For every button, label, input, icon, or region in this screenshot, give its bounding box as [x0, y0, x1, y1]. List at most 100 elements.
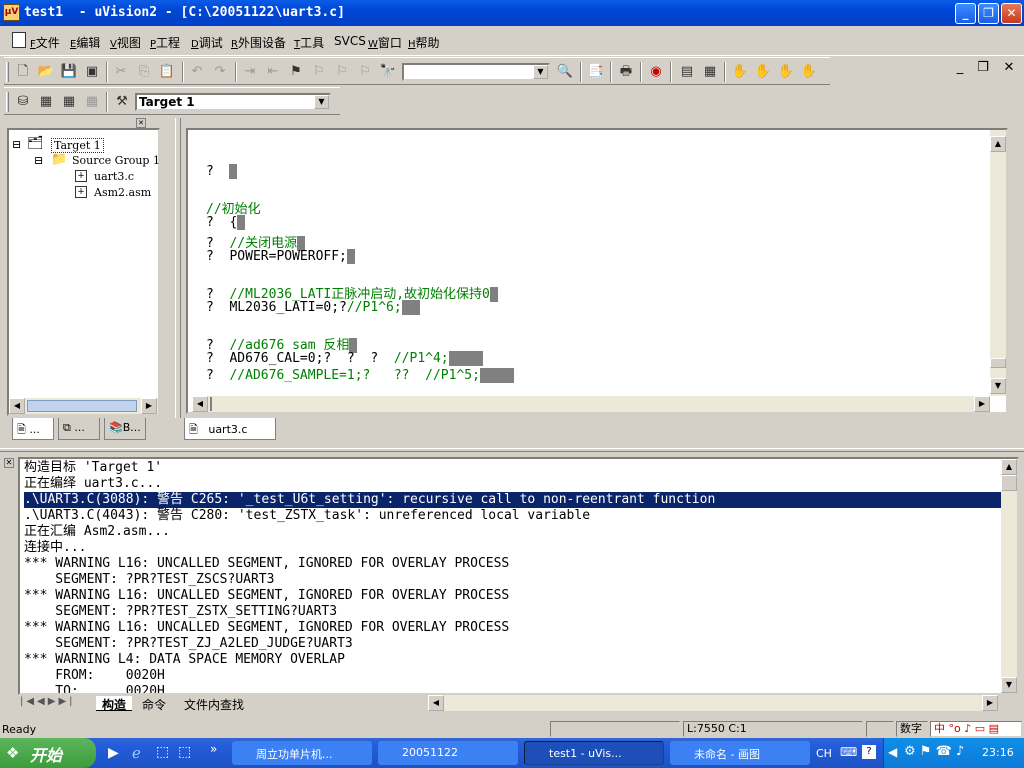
start-button[interactable]: ❖ 开始: [0, 738, 96, 768]
editor-hscroll[interactable]: ◀ ▶: [192, 396, 990, 412]
tree-target[interactable]: Target 1: [51, 138, 104, 153]
keyboard-icon[interactable]: ⌨: [840, 745, 857, 759]
output-line[interactable]: TO: 0020H: [24, 684, 165, 693]
close-button[interactable]: ✕: [1001, 3, 1022, 24]
mdi-restore-button[interactable]: ❐: [973, 59, 993, 77]
insert-comment-icon[interactable]: 📑: [587, 63, 605, 81]
menu-item[interactable]: R外围设备: [231, 34, 286, 51]
scroll-up-icon[interactable]: ▲: [1001, 459, 1017, 475]
scroll-right-icon[interactable]: ▶: [974, 396, 990, 412]
menu-item[interactable]: E编辑: [70, 34, 100, 51]
undo-icon[interactable]: ↶: [188, 63, 206, 81]
scroll-right-icon[interactable]: ▶: [982, 695, 998, 711]
quicklaunch-more-icon[interactable]: »: [210, 742, 217, 756]
scroll-down-icon[interactable]: ▼: [990, 378, 1006, 394]
output-line[interactable]: .\UART3.C(4043): 警告 C280: 'test_ZSTX_tas…: [24, 508, 590, 524]
scroll-left-icon[interactable]: ◀: [192, 396, 208, 412]
scroll-up-icon[interactable]: ▲: [990, 136, 1006, 152]
tray-app-icons[interactable]: ⚙ ⚑ ☎ ♪: [904, 744, 964, 759]
output-line[interactable]: SEGMENT: ?PR?TEST_ZSCS?UART3: [24, 572, 274, 588]
scroll-thumb[interactable]: [210, 397, 212, 411]
output-close-icon[interactable]: ✕: [4, 458, 14, 468]
tab-find-in-files[interactable]: 文件内查找: [178, 696, 250, 712]
bookmark-clear-icon[interactable]: ⚐: [356, 63, 374, 81]
output-line[interactable]: *** WARNING L16: UNCALLED SEGMENT, IGNOR…: [24, 556, 509, 572]
scroll-thumb[interactable]: [990, 358, 1006, 368]
breakpoint-kill-icon[interactable]: ✋: [800, 63, 818, 81]
tray-expand-icon[interactable]: ◀: [888, 745, 897, 759]
quicklaunch-icon-2[interactable]: ⬚: [178, 744, 191, 760]
translate-icon[interactable]: ⛁: [14, 93, 32, 111]
output-line[interactable]: 构造目标 'Target 1': [24, 460, 162, 476]
tree-expander-icon[interactable]: ⊟: [12, 138, 21, 151]
find-binoculars-icon[interactable]: 🔍: [556, 63, 574, 81]
tab-build[interactable]: 构造: [96, 696, 133, 712]
output-line[interactable]: *** WARNING L16: UNCALLED SEGMENT, IGNOR…: [24, 620, 509, 636]
task-paint[interactable]: 未命名 - 画图: [670, 741, 810, 765]
tree-file-asm2[interactable]: Asm2.asm: [94, 186, 151, 199]
title-bar[interactable]: μV test1 - uVision2 - [C:\20051122\uart3…: [0, 0, 1024, 26]
redo-icon[interactable]: ↷: [211, 63, 229, 81]
scroll-right-icon[interactable]: ▶: [141, 398, 157, 414]
copy-icon[interactable]: ⎘: [135, 63, 153, 81]
editor-vscroll[interactable]: ▲ ▼: [990, 130, 1006, 396]
output-line[interactable]: SEGMENT: ?PR?TEST_ZJ_A2LED_JUDGE?UART3: [24, 636, 352, 652]
scroll-thumb[interactable]: [27, 400, 137, 412]
ime-bar[interactable]: 中 °o ♪ ▭ ▤: [930, 721, 1022, 737]
task-uvision[interactable]: test1 - uVis...: [524, 741, 664, 765]
tab-regs[interactable]: ⧉ ...: [58, 418, 100, 440]
tab-uart3[interactable]: 🗎 uart3.c: [184, 418, 276, 440]
output-line[interactable]: *** WARNING L16: UNCALLED SEGMENT, IGNOR…: [24, 588, 509, 604]
tab-books[interactable]: 📚B...: [104, 418, 146, 440]
bookmark-prev-icon[interactable]: ⚐: [333, 63, 351, 81]
new-file-icon[interactable]: 🗋: [14, 63, 32, 81]
output-line[interactable]: SEGMENT: ?PR?TEST_ZSTX_SETTING?UART3: [24, 604, 337, 620]
mdi-close-button[interactable]: ✕: [999, 59, 1019, 77]
menu-item[interactable]: D调试: [191, 34, 223, 51]
scroll-thumb[interactable]: [1001, 475, 1017, 491]
output-line[interactable]: .\UART3.C(3088): 警告 C265: '_test_U6t_set…: [24, 492, 1001, 508]
chevron-down-icon[interactable]: ▼: [314, 95, 329, 109]
find-combo[interactable]: ▼: [402, 63, 550, 81]
media-player-icon[interactable]: ▶: [108, 745, 119, 761]
target-select[interactable]: Target 1 ▼: [135, 93, 331, 111]
target-options-icon[interactable]: ⚒: [113, 93, 131, 111]
save-all-icon[interactable]: ▣: [83, 63, 101, 81]
task-folder-20051122[interactable]: 20051122: [378, 741, 518, 765]
debug-session-icon[interactable]: ◉: [647, 63, 665, 81]
scroll-left-icon[interactable]: ◀: [428, 695, 444, 711]
find-in-files-icon[interactable]: 🔭: [379, 63, 397, 81]
cascade-icon[interactable]: ▦: [701, 63, 719, 81]
breakpoint-icon[interactable]: ✋: [754, 63, 772, 81]
output-splitter[interactable]: [0, 448, 1024, 452]
output-line[interactable]: 正在编绎 uart3.c...: [24, 476, 162, 492]
ie-icon[interactable]: ℯ: [132, 744, 141, 762]
scroll-down-icon[interactable]: ▼: [1001, 677, 1017, 693]
tab-nav-arrows-icon[interactable]: |◀◀▶▶|: [20, 696, 76, 707]
uvision-app-icon[interactable]: μV: [3, 4, 20, 21]
menu-item[interactable]: V视图: [110, 34, 141, 51]
print-icon[interactable]: 🖶: [617, 63, 635, 81]
pane-close-icon[interactable]: ✕: [136, 118, 146, 128]
menu-item[interactable]: F文件: [30, 34, 60, 51]
maximize-button[interactable]: ❐: [978, 3, 999, 24]
language-indicator[interactable]: CH: [816, 747, 832, 760]
menu-item[interactable]: W窗口: [368, 34, 402, 51]
output-vscroll[interactable]: ▲ ▼: [1001, 459, 1017, 693]
build-icon[interactable]: ▦: [37, 93, 55, 111]
output-line[interactable]: *** WARNING L4: DATA SPACE MEMORY OVERLA…: [24, 652, 345, 668]
stop-build-icon[interactable]: ▦: [83, 93, 101, 111]
cut-icon[interactable]: ✂: [112, 63, 130, 81]
project-hscroll[interactable]: ◀ ▶: [9, 398, 158, 414]
quicklaunch-icon[interactable]: ⬚: [156, 744, 169, 760]
paste-icon[interactable]: 📋: [158, 63, 176, 81]
code-editor[interactable]: ? //初始化? {? //关闭电源? POWER=POWEROFF;? //M…: [186, 128, 1008, 414]
splitter[interactable]: [175, 118, 181, 418]
save-icon[interactable]: 💾: [60, 63, 78, 81]
output-line[interactable]: 连接中...: [24, 540, 86, 556]
window-view-icon[interactable]: ▤: [678, 63, 696, 81]
output-window[interactable]: 构造目标 'Target 1' 正在编绎 uart3.c... .\UART3.C(…: [18, 457, 1019, 695]
help-icon[interactable]: ?: [862, 745, 876, 759]
menu-item[interactable]: P工程: [150, 34, 180, 51]
menu-item[interactable]: SVCS: [334, 34, 366, 48]
